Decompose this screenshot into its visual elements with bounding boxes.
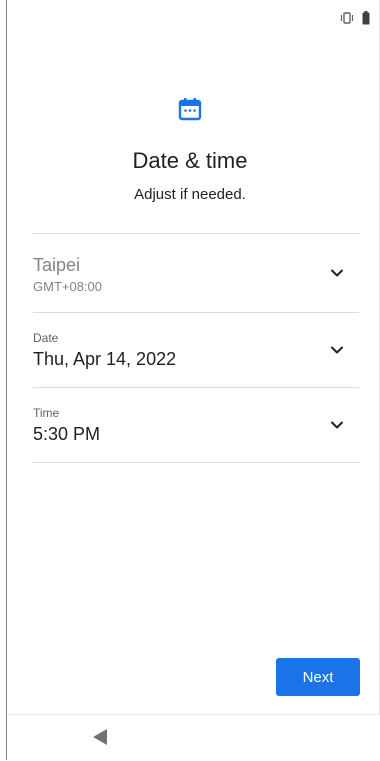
- timezone-name: Taipei: [33, 254, 81, 275]
- next-button[interactable]: Next: [276, 658, 360, 696]
- date-value: Thu, Apr 14, 2022: [33, 348, 177, 369]
- vibrate-icon: [340, 12, 354, 24]
- page-title: Date & time: [132, 148, 248, 173]
- divider: [33, 462, 359, 463]
- timezone-row[interactable]: Taipei GMT+08:00: [33, 234, 359, 312]
- timezone-offset: GMT+08:00: [33, 278, 103, 294]
- battery-icon: [362, 11, 370, 25]
- page-subtitle: Adjust if needed.: [134, 186, 246, 203]
- timezone-text: Taipei GMT+08:00: [33, 253, 359, 294]
- time-value: 5:30 PM: [33, 423, 101, 444]
- date-row[interactable]: Date Thu, Apr 14, 2022: [33, 313, 359, 387]
- date-label: Date: [33, 330, 59, 345]
- time-row[interactable]: Time 5:30 PM: [33, 388, 359, 462]
- time-text: Time 5:30 PM: [33, 406, 359, 445]
- left-frame-edge: [6, 0, 7, 760]
- status-bar: [340, 10, 370, 26]
- chevron-down-icon[interactable]: [329, 417, 345, 433]
- settings-list: Taipei GMT+08:00 Date Thu, Apr 14, 2022 …: [33, 233, 359, 463]
- chevron-down-icon[interactable]: [329, 265, 345, 281]
- calendar-icon: [177, 96, 203, 122]
- date-text: Date Thu, Apr 14, 2022: [33, 331, 359, 370]
- navigation-bar: [7, 714, 380, 761]
- time-label: Time: [33, 405, 60, 420]
- chevron-down-icon[interactable]: [329, 342, 345, 358]
- back-triangle-icon[interactable]: [92, 728, 108, 746]
